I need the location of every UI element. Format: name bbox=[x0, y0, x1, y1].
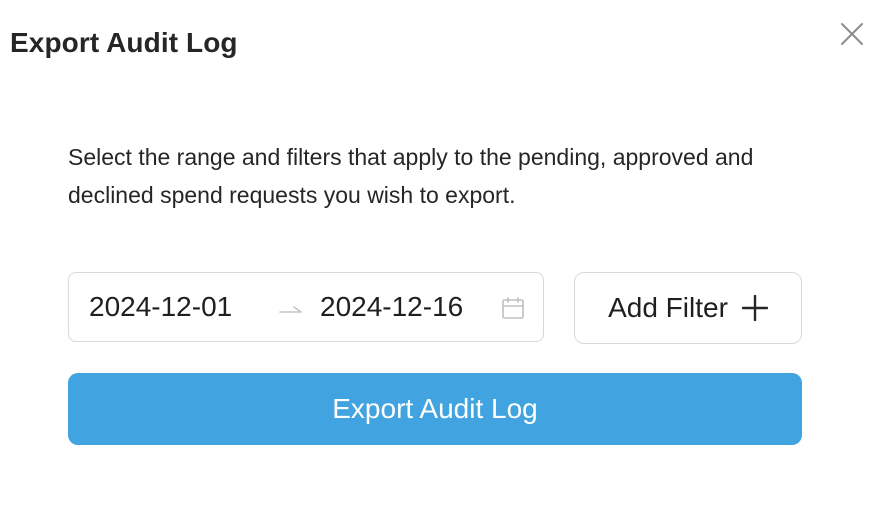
plus-icon bbox=[741, 295, 768, 321]
modal-description: Select the range and filters that apply … bbox=[68, 144, 754, 208]
export-audit-log-modal: Export Audit Log Select the range and fi… bbox=[0, 0, 894, 510]
arrow-right-icon bbox=[279, 306, 302, 313]
end-date-input[interactable] bbox=[320, 273, 490, 341]
export-audit-log-button[interactable]: Export Audit Log bbox=[68, 373, 802, 445]
add-filter-button[interactable]: Add Filter bbox=[574, 272, 802, 344]
date-range-picker[interactable] bbox=[68, 272, 544, 342]
add-filter-label: Add Filter bbox=[608, 292, 728, 323]
modal-title: Export Audit Log bbox=[10, 27, 238, 58]
close-button[interactable] bbox=[836, 18, 868, 50]
close-icon bbox=[841, 23, 863, 45]
calendar-icon bbox=[502, 297, 524, 319]
start-date-input[interactable] bbox=[89, 273, 259, 341]
